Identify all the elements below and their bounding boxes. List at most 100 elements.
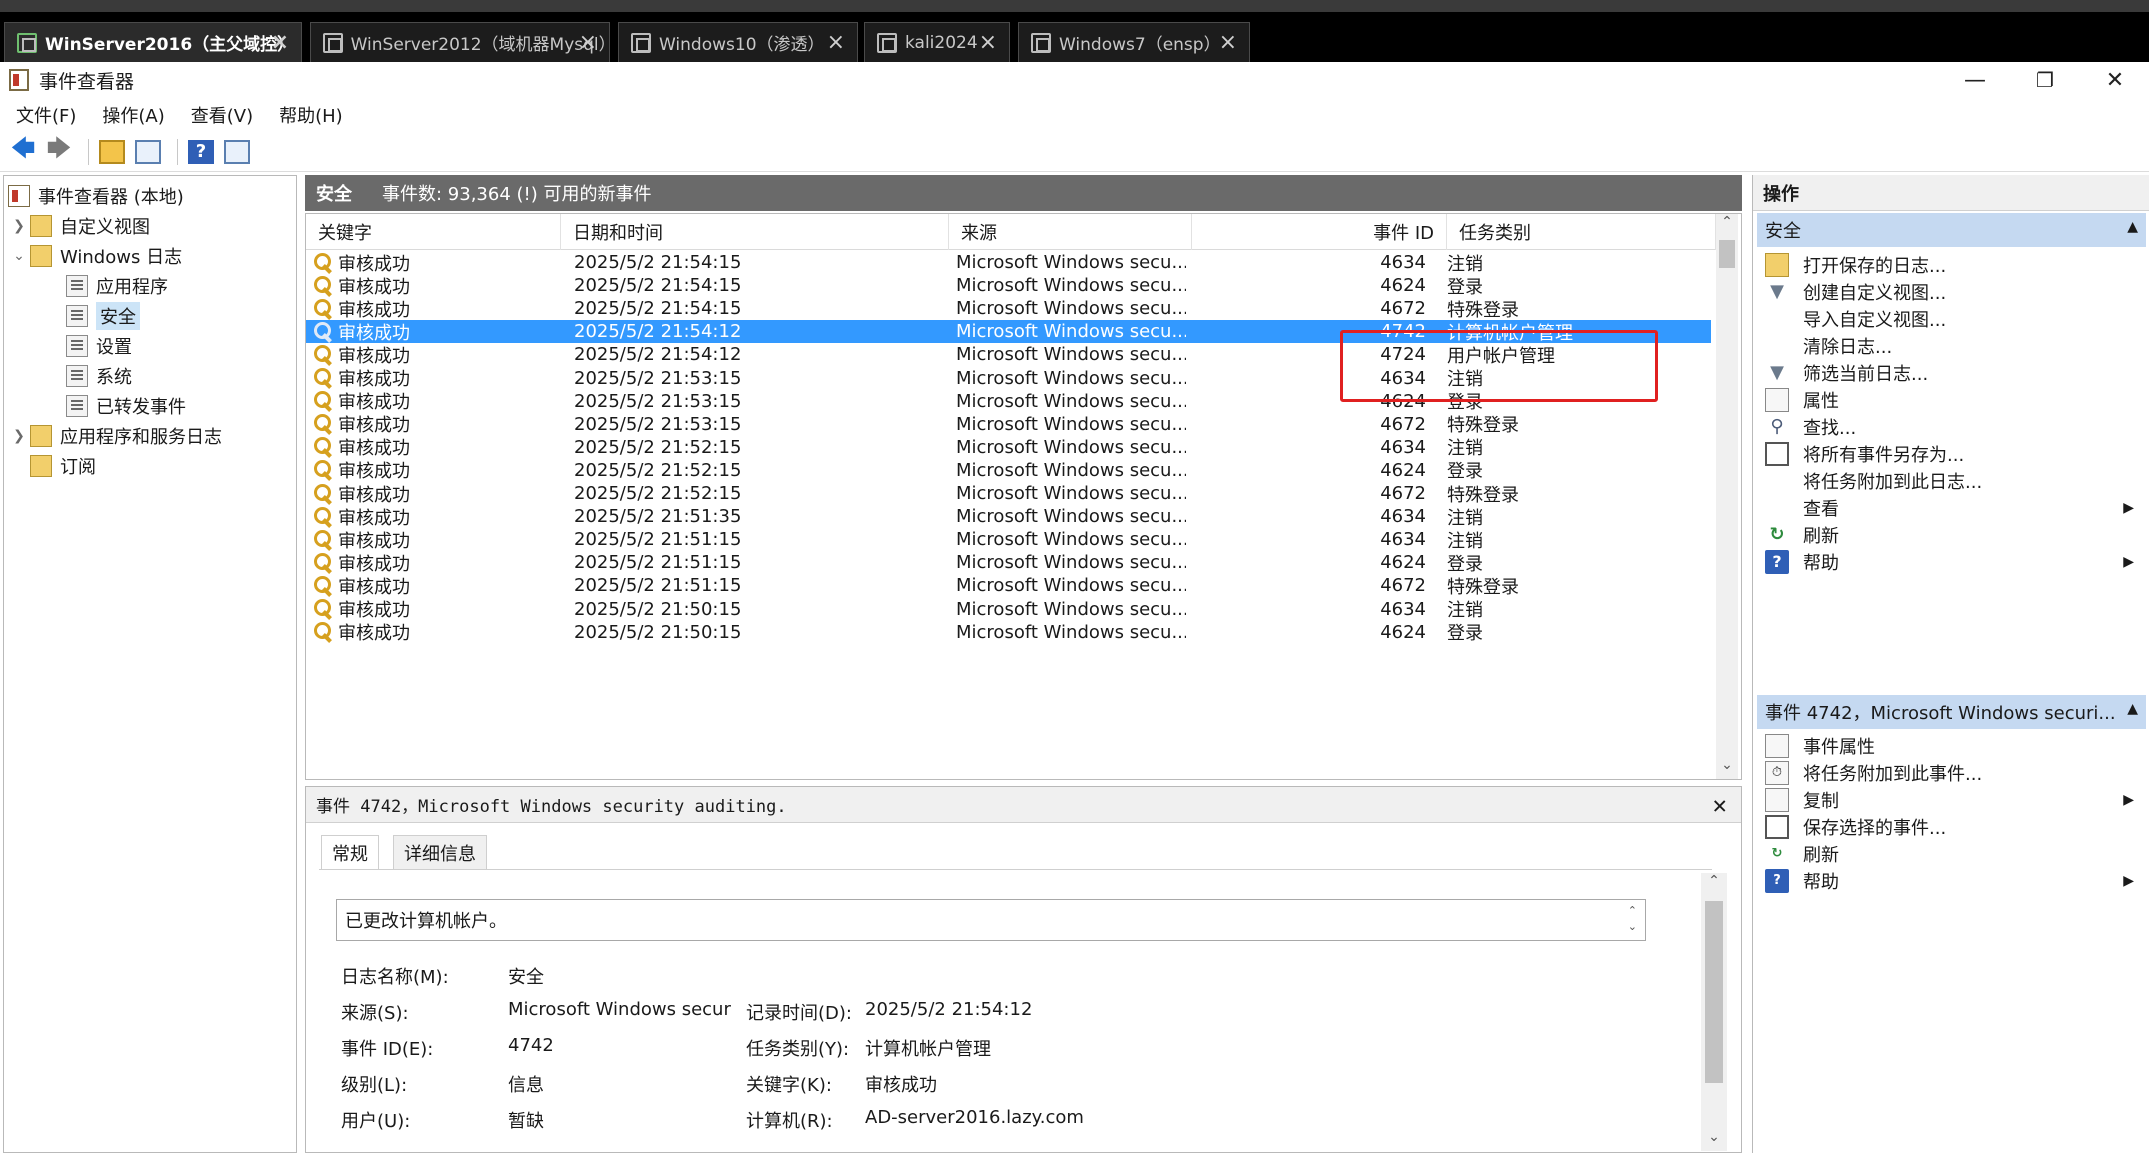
close-button[interactable]: ✕ [2080, 62, 2149, 98]
back-arrow-icon[interactable]: 🡄 [8, 134, 38, 167]
scroll-down-icon[interactable]: ⌄ [1716, 757, 1738, 779]
vm-tab-windows7[interactable]: Windows7（ensp） × [1018, 22, 1250, 62]
table-row[interactable]: 审核成功 2025/5/2 21:51:15 Microsoft Windows s… [306, 551, 1711, 574]
tree-item-setup[interactable]: 设置 [66, 331, 132, 361]
cell-text: 特殊登录 [1447, 576, 1519, 598]
cell-text: 注销 [1447, 530, 1483, 552]
tree-label: 设置 [96, 337, 132, 358]
chevron-right-icon[interactable]: ❯ [8, 218, 30, 234]
vm-tab-kali2024[interactable]: kali2024 × [864, 22, 1010, 62]
scroll-thumb[interactable] [1719, 240, 1735, 268]
table-row[interactable]: 审核成功 2025/5/2 21:50:15 Microsoft Windows s… [306, 598, 1711, 621]
cell-text: 注销 [1447, 253, 1483, 275]
tree-item-windows-logs[interactable]: ⌄ Windows 日志 [8, 241, 182, 271]
vm-tab-winserver2016[interactable]: WinServer2016（主父域控） × [4, 22, 302, 62]
collapse-icon[interactable]: ▲ [2127, 701, 2138, 717]
table-row[interactable]: 审核成功 2025/5/2 21:54:15 Microsoft Windows s… [306, 251, 1711, 274]
action-open-saved-log[interactable]: 打开保存的日志... [1757, 251, 2146, 278]
close-icon[interactable]: × [579, 30, 597, 55]
chevron-right-icon[interactable]: ❯ [8, 428, 30, 444]
action-copy[interactable]: 复制 ▶ [1757, 786, 2146, 813]
close-icon[interactable]: × [979, 30, 997, 55]
table-row[interactable]: 审核成功 2025/5/2 21:51:15 Microsoft Windows s… [306, 574, 1711, 597]
vm-tab-windows10[interactable]: Windows10（渗透） × [618, 22, 858, 62]
close-icon[interactable]: × [1219, 30, 1237, 55]
tree-item-custom-views[interactable]: ❯ 自定义视图 [8, 211, 150, 241]
cell-text: 2025/5/2 21:51:15 [574, 529, 742, 551]
action-import-custom-view[interactable]: 导入自定义视图... [1757, 305, 2146, 332]
action-view[interactable]: 查看 ▶ [1757, 494, 2146, 521]
action-save-all-events[interactable]: 将所有事件另存为... [1757, 440, 2146, 467]
action-help[interactable]: ? 帮助 ▶ [1757, 867, 2146, 894]
column-header-keyword[interactable]: 关键字 [306, 214, 561, 250]
message-scroll-icon[interactable]: ⌃ ⌄ [1628, 903, 1637, 935]
tab-details[interactable]: 详细信息 [393, 835, 487, 869]
close-icon[interactable]: × [827, 30, 845, 55]
close-detail-button[interactable]: ✕ [1713, 791, 1727, 819]
table-row[interactable]: 审核成功 2025/5/2 21:50:15 Microsoft Windows s… [306, 621, 1711, 644]
tree-item-security[interactable]: 安全 [66, 301, 140, 331]
actions-section-security[interactable]: 安全 ▲ [1757, 213, 2146, 247]
scroll-up-icon[interactable]: ⌃ [1701, 873, 1727, 895]
action-refresh[interactable]: ↻ 刷新 [1757, 840, 2146, 867]
cell-text: 2025/5/2 21:50:15 [574, 621, 742, 643]
action-refresh[interactable]: ↻ 刷新 [1757, 521, 2146, 548]
scroll-thumb[interactable] [1705, 901, 1723, 1083]
tab-general[interactable]: 常规 [321, 835, 379, 869]
table-row[interactable]: 审核成功 2025/5/2 21:52:15 Microsoft Windows s… [306, 482, 1711, 505]
chevron-down-icon[interactable]: ⌄ [8, 248, 30, 264]
table-row[interactable]: 审核成功 2025/5/2 21:52:15 Microsoft Windows s… [306, 436, 1711, 459]
action-label: 复制 [1803, 790, 1839, 812]
table-row[interactable]: 审核成功 2025/5/2 21:54:15 Microsoft Windows s… [306, 297, 1711, 320]
cell-task: 登录 [1447, 274, 1707, 298]
table-row[interactable]: 审核成功 2025/5/2 21:53:15 Microsoft Windows s… [306, 413, 1711, 436]
table-row[interactable]: 审核成功 2025/5/2 21:51:35 Microsoft Windows s… [306, 505, 1711, 528]
action-attach-task-event[interactable]: ⏱ 将任务附加到此事件... [1757, 759, 2146, 786]
up-folder-icon[interactable] [97, 137, 127, 167]
menu-help[interactable]: 帮助(H) [279, 102, 343, 128]
tree-item-application[interactable]: 应用程序 [66, 271, 168, 301]
cell-source: Microsoft Windows secu... [956, 390, 1186, 413]
detail-scrollbar[interactable]: ⌃ ⌄ [1701, 873, 1727, 1151]
action-help[interactable]: ? 帮助 ▶ [1757, 548, 2146, 575]
tree-item-subscriptions[interactable]: 订阅 [30, 451, 96, 481]
cell-text: Microsoft Windows secu... [956, 529, 1186, 551]
action-find[interactable]: ⚲ 查找... [1757, 413, 2146, 440]
column-header-source[interactable]: 来源 [949, 214, 1192, 250]
minimize-button[interactable]: — [1940, 62, 2010, 98]
show-hide-action-pane-icon[interactable] [222, 137, 252, 167]
events-scrollbar[interactable]: ⌃ ⌄ [1716, 214, 1738, 779]
scroll-up-icon[interactable]: ⌃ [1716, 214, 1738, 236]
menu-action[interactable]: 操作(A) [102, 102, 164, 128]
close-icon[interactable]: × [271, 30, 289, 55]
vm-tab-label: WinServer2016（主父域控） [45, 35, 295, 55]
vm-tab-winserver2012[interactable]: WinServer2012（域机器Mysql） × [310, 22, 616, 62]
tree-item-root[interactable]: 事件查看器 (本地) [8, 181, 184, 211]
column-header-event-id[interactable]: 事件 ID [1192, 214, 1447, 250]
tree-item-app-service-logs[interactable]: ❯ 应用程序和服务日志 [8, 421, 222, 451]
action-create-custom-view[interactable]: ▼ 创建自定义视图... [1757, 278, 2146, 305]
action-attach-task-log[interactable]: 将任务附加到此日志... [1757, 467, 2146, 494]
action-filter-current-log[interactable]: ▼ 筛选当前日志... [1757, 359, 2146, 386]
column-header-task[interactable]: 任务类别 [1447, 214, 1716, 250]
scroll-down-icon[interactable]: ⌄ [1701, 1129, 1727, 1151]
table-row[interactable]: 审核成功 2025/5/2 21:52:15 Microsoft Windows s… [306, 459, 1711, 482]
collapse-icon[interactable]: ▲ [2127, 219, 2138, 235]
tree-item-forwarded-events[interactable]: 已转发事件 [66, 391, 186, 421]
action-event-properties[interactable]: 事件属性 [1757, 732, 2146, 759]
table-row[interactable]: 审核成功 2025/5/2 21:51:15 Microsoft Windows s… [306, 528, 1711, 551]
column-header-datetime[interactable]: 日期和时间 [561, 214, 949, 250]
help-icon[interactable]: ? [186, 137, 216, 167]
menu-file[interactable]: 文件(F) [16, 102, 76, 128]
table-row[interactable]: 审核成功 2025/5/2 21:54:15 Microsoft Windows s… [306, 274, 1711, 297]
action-save-selected-events[interactable]: 保存选择的事件... [1757, 813, 2146, 840]
show-hide-tree-icon[interactable] [133, 137, 163, 167]
tree-item-system[interactable]: 系统 [66, 361, 132, 391]
forward-arrow-icon[interactable]: 🡆 [44, 134, 74, 167]
cell-text: 审核成功 [338, 530, 410, 552]
actions-section-event[interactable]: 事件 4742，Microsoft Windows securi... ▲ [1757, 695, 2146, 729]
restore-button[interactable]: ❐ [2010, 62, 2080, 98]
action-properties[interactable]: 属性 [1757, 386, 2146, 413]
action-clear-log[interactable]: 清除日志... [1757, 332, 2146, 359]
menu-view[interactable]: 查看(V) [191, 102, 253, 128]
